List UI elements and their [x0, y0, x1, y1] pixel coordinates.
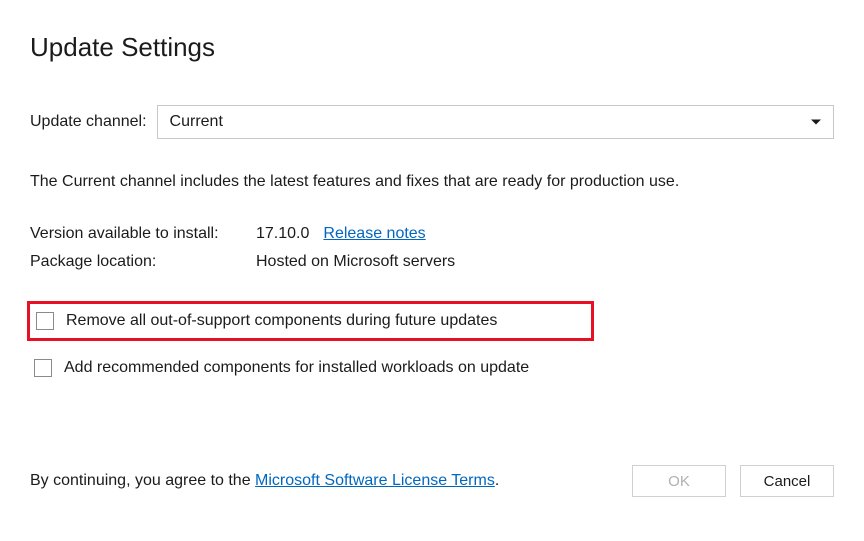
- update-channel-row: Update channel: Current: [30, 105, 834, 139]
- update-channel-label: Update channel:: [30, 113, 147, 131]
- remove-oos-checkbox[interactable]: [36, 312, 54, 330]
- add-recommended-label: Add recommended components for installed…: [64, 359, 529, 377]
- agree-period: .: [495, 472, 499, 489]
- license-agreement-text: By continuing, you agree to the Microsof…: [30, 472, 499, 490]
- version-available-value: 17.10.0: [256, 225, 309, 243]
- package-location-value: Hosted on Microsoft servers: [256, 253, 834, 271]
- dialog-buttons: OK Cancel: [632, 465, 834, 497]
- info-grid: Version available to install: 17.10.0 Re…: [30, 225, 834, 271]
- remove-oos-row: Remove all out-of-support components dur…: [27, 301, 594, 341]
- channel-description: The Current channel includes the latest …: [30, 173, 834, 191]
- update-channel-value: Current: [170, 113, 223, 131]
- version-available-label: Version available to install:: [30, 225, 256, 243]
- agree-prefix: By continuing, you agree to the: [30, 472, 255, 489]
- cancel-button[interactable]: Cancel: [740, 465, 834, 497]
- add-recommended-row: Add recommended components for installed…: [30, 353, 834, 383]
- update-channel-dropdown[interactable]: Current: [157, 105, 834, 139]
- release-notes-link[interactable]: Release notes: [323, 225, 425, 243]
- checkbox-group: Remove all out-of-support components dur…: [30, 301, 834, 383]
- remove-oos-label: Remove all out-of-support components dur…: [66, 312, 497, 330]
- ok-button[interactable]: OK: [632, 465, 726, 497]
- license-terms-link[interactable]: Microsoft Software License Terms: [255, 472, 495, 489]
- package-location-label: Package location:: [30, 253, 256, 271]
- chevron-down-icon: [811, 120, 821, 125]
- footer: By continuing, you agree to the Microsof…: [30, 465, 834, 497]
- add-recommended-checkbox[interactable]: [34, 359, 52, 377]
- page-title: Update Settings: [30, 32, 834, 63]
- version-available-value-row: 17.10.0 Release notes: [256, 225, 834, 243]
